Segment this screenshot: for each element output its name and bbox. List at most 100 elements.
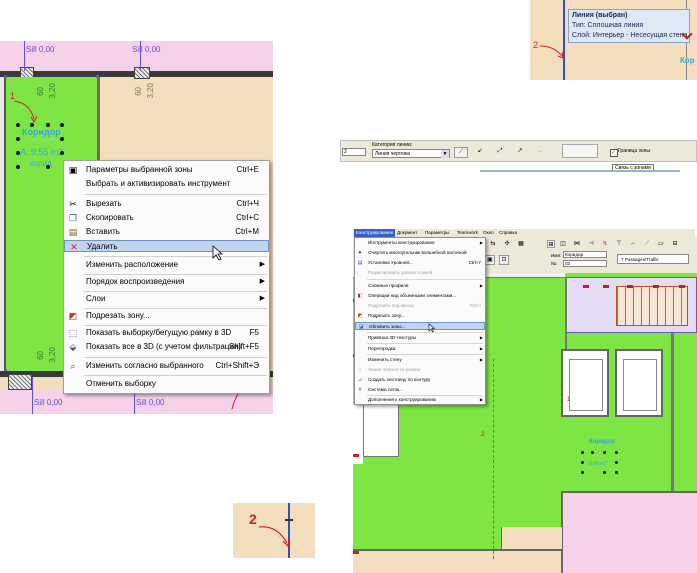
toolbar-button[interactable]: ▭ [657,240,665,248]
menu-item-roof-plane[interactable]: ⌂ Линия плоскости кровли [355,366,485,374]
zone-category-dropdown[interactable]: 7 Passages/Traffic [617,254,689,264]
menu-item-extras[interactable]: Дополнения к конструированию ▶ [355,396,485,404]
toolbar-button[interactable]: ⊟ [671,240,679,248]
toolbar-button[interactable]: ▣ [485,255,495,265]
dim-tool-button[interactable]: → [536,147,544,155]
menu-item-trim-zone[interactable]: ◩ Подрезать зону... [355,312,485,320]
menu-item-solid-operations[interactable]: ◧ Операции над объемными элементами... [355,292,485,300]
selection-handle[interactable] [603,451,606,454]
menu-item-magic-wand[interactable]: ✦ Очертить многоугольник волшебной палоч… [355,249,485,257]
selection-handle[interactable] [16,123,20,127]
toolbar-button[interactable]: ▦ [517,240,525,248]
selection-handle[interactable] [615,471,618,474]
menu-item-partition[interactable]: Перегородка ▶ [355,345,485,353]
zone-vertex[interactable] [96,75,99,78]
magic-wand-icon: ✦ [357,250,363,256]
menu-item-select-tool[interactable]: Выбрать и активизировать инструмент [64,178,269,190]
arrow-tool-button[interactable]: ⤢ [496,147,504,155]
toolbar-button[interactable]: ◫ [559,240,567,248]
menu-item-paste[interactable]: ▤ Вставить Ctrl+М [64,226,269,238]
selection-handle[interactable] [581,451,584,454]
selection-handle[interactable] [581,471,584,474]
menu-separator [84,325,267,326]
menu-item-show-all-3d[interactable]: ⬙ Показать все в 3D (с учетом фильтрации… [64,341,269,353]
value-field[interactable] [342,148,366,156]
selection-handle[interactable] [615,451,618,454]
sill-tick [140,41,141,71]
arrow2-tool-button[interactable]: ↗ [516,147,524,155]
menu-item-modify-selected[interactable]: ⌕ Изменить согласно выбранного Ctrl+Shif… [64,360,269,372]
selection-handle[interactable] [60,137,64,141]
mouse-cursor-icon [212,245,224,261]
arc-tool-button[interactable]: ↙ [476,147,484,155]
zone-vertex[interactable] [353,551,359,554]
menu-item-show-3d[interactable]: ⬚ Показать выборку/бегущую рамку в 3D F5 [64,327,269,339]
zone-vertex[interactable] [353,454,359,457]
menu-item-grid-system[interactable]: # Система сеток... [355,386,485,394]
selection-handle[interactable] [615,461,618,464]
menu-item-modify-wall[interactable]: Изменить стену ▶ [355,356,485,364]
dashed-line [493,359,495,559]
menu-teamwork[interactable]: Teamwork [457,229,478,237]
selection-handle[interactable] [46,165,50,169]
toolbar-button[interactable]: ⊞ [547,240,555,248]
menu-item-stair-contour[interactable]: ⊿ Создать лестницу по контуру [355,376,485,384]
chevron-down-icon: ▼ [441,150,449,158]
toolbar-button[interactable]: ↯ [601,240,609,248]
category-dropdown[interactable]: Линия чертежа ▼ [372,149,450,158]
line-tool-button[interactable]: ⟋ [454,147,468,158]
menu-document[interactable]: Документ [397,229,417,237]
menu-item-design-tools[interactable]: Инструменты конструирования ▶ [355,239,485,247]
marker-label: 1 [567,397,571,403]
zone-name-field[interactable] [563,251,607,258]
menu-item-edit-levels[interactable]: Редактировать уровни этажей [355,269,485,277]
selection-handle[interactable] [46,123,50,127]
menu-item-layers[interactable]: Слои ▶ [64,293,269,305]
menu-item-trim-roof[interactable]: Подрезать под крышу Ctrl+\ [355,302,485,310]
zone-number-field[interactable] [563,260,607,267]
zone-vertex[interactable] [627,285,633,288]
selection-handle[interactable] [30,123,34,127]
zone-vertex[interactable] [4,75,7,78]
toolbar-button[interactable]: ⌐ [629,240,637,248]
selection-handle[interactable] [16,165,20,169]
selection-handle[interactable] [60,151,64,155]
menu-item-copy[interactable]: ❐ Скопировать Ctrl+С [64,212,269,224]
zone-vertex[interactable] [679,285,685,288]
menu-separator [367,343,483,344]
menu-item-delete[interactable]: ✕ Удалить [64,240,269,252]
menu-item-zone-settings[interactable]: ▣ Параметры выбранной зоны Ctrl+E [64,164,269,176]
bottom-wall-window [8,374,32,390]
menu-options[interactable]: Параметры [425,229,450,237]
menu-item-levels[interactable]: ▤ Установка Уровней... Ctrl+7 [355,259,485,267]
selection-handle[interactable] [603,471,606,474]
menu-construction[interactable]: Конструирование [354,229,396,237]
zone-vertex[interactable] [603,285,609,288]
menu-help[interactable]: Справка [499,229,517,237]
zone-vertex[interactable] [583,285,589,288]
toolbar-button[interactable]: ✣ [503,240,511,248]
menu-item-3d-texture[interactable]: Привязка 3D-текстуры ▶ [355,334,485,342]
menu-item-deselect[interactable]: Отменить выборку [64,378,269,390]
menu-item-trim-zone[interactable]: ◩ Подрезать зону... [64,310,269,322]
toolbar-button[interactable]: ⟋ [643,240,651,248]
selection-handle[interactable] [581,461,584,464]
value-stepper[interactable] [562,144,598,158]
menu-item-display-order[interactable]: Порядок воспроизведения ▶ [64,276,269,288]
selection-handle[interactable] [16,137,20,141]
menu-item-update-zones[interactable]: ◪ Обновить зоны... [355,322,485,330]
toolbar-button[interactable]: ⊤ [615,240,623,248]
toolbar-button[interactable]: ⇆ [489,240,497,248]
selection-handle[interactable] [16,151,20,155]
toolbar-button[interactable]: ⊡ [499,255,509,265]
toolbar-button[interactable]: ⊣ [587,240,595,248]
menu-item-cut[interactable]: ✂ Вырезать Ctrl+Ч [64,198,269,210]
menu-item-complex-profiles[interactable]: Сложные профили ▶ [355,282,485,290]
zone-boundary-checkbox[interactable]: ✓ [610,149,618,157]
zone-vertex[interactable] [653,285,659,288]
menu-window[interactable]: Окно [483,229,494,237]
selection-handle[interactable] [60,123,64,127]
selection-handle[interactable] [591,451,594,454]
toolbar-button[interactable]: ⋈ [573,240,581,248]
menu-item-arrange[interactable]: Изменить расположение ▶ [64,259,269,271]
